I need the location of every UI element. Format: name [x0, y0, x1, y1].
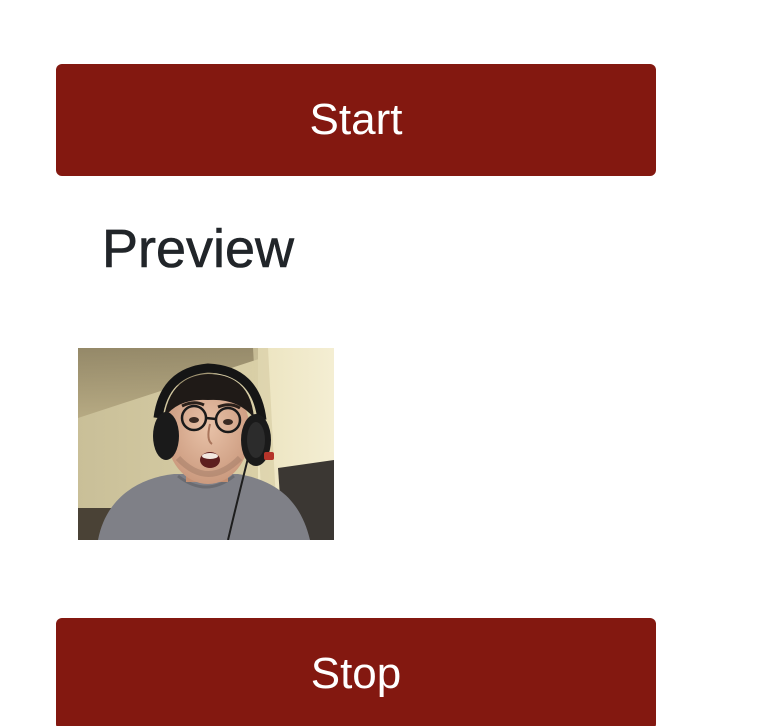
webcam-preview-video	[78, 348, 334, 540]
start-button[interactable]: Start	[56, 64, 656, 176]
preview-heading: Preview	[102, 219, 295, 280]
stop-button[interactable]: Stop	[56, 618, 656, 726]
page: Start Preview Stop	[0, 0, 776, 726]
